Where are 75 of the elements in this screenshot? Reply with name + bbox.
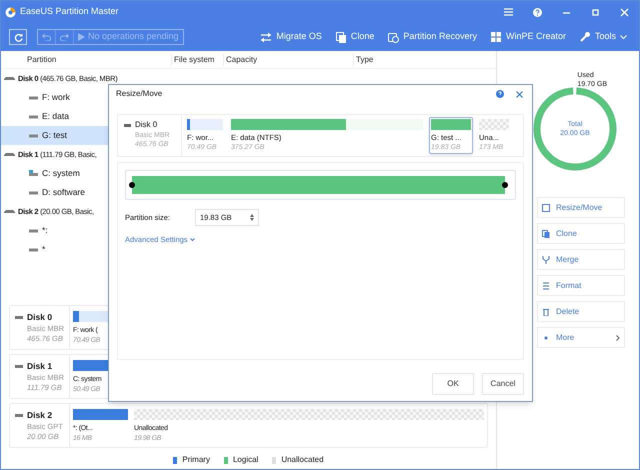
- drive-icon: [15, 365, 23, 368]
- close-icon: [516, 90, 523, 98]
- trash-icon: [542, 308, 550, 316]
- play-icon: [78, 33, 85, 41]
- undo-icon: [42, 33, 51, 41]
- drive-icon: [29, 248, 38, 252]
- chevron-right-icon: [616, 334, 620, 340]
- drive-icon: [15, 414, 23, 417]
- drive-icon: [29, 228, 38, 232]
- action-button[interactable]: Merge: [537, 249, 625, 270]
- partition-row[interactable]: *: [1, 240, 109, 259]
- partition-row[interactable]: *:: [1, 221, 109, 240]
- toolbar-button[interactable]: Clone: [336, 30, 374, 44]
- spin-arrows-icon: [250, 214, 254, 221]
- resize-handle[interactable]: [129, 182, 135, 188]
- partition-row[interactable]: C: system: [1, 164, 109, 183]
- drive-icon: [29, 190, 38, 194]
- dialog-button[interactable]: Cancel: [482, 373, 524, 395]
- resize-icon: [542, 204, 550, 212]
- disk-name: Disk 0: [135, 119, 158, 131]
- unallocated-bar: [479, 119, 509, 130]
- action-button[interactable]: Format: [537, 275, 625, 296]
- toolbar-button[interactable]: Migrate OS: [261, 30, 322, 44]
- close-button[interactable]: [516, 90, 525, 98]
- drive-icon: [29, 96, 38, 100]
- disk-name: Disk 0: [27, 311, 52, 324]
- window-title: EaseUS Partition Master: [20, 5, 119, 18]
- redo-icon: [60, 33, 69, 41]
- copy-icon: [542, 230, 550, 238]
- legend-label: Primary: [182, 454, 210, 466]
- copy-icon: [336, 32, 347, 42]
- wrench-icon: [580, 32, 591, 42]
- system-drive-icon: [29, 170, 38, 177]
- close-icon: [620, 8, 629, 16]
- drive-icon: [29, 134, 38, 138]
- drive-icon: [124, 124, 131, 126]
- legend-label: Logical: [232, 454, 258, 466]
- action-button[interactable]: Delete: [537, 301, 625, 322]
- column-header[interactable]: Partition: [1, 54, 171, 66]
- toolbar-button[interactable]: WinPE Creator: [490, 30, 566, 44]
- legend-label: Unallocated: [281, 454, 324, 466]
- maximize-icon: [591, 8, 600, 16]
- format-icon: [542, 282, 550, 290]
- toolbar-button[interactable]: Tools: [580, 30, 627, 44]
- partition-row[interactable]: G: test: [1, 126, 109, 145]
- dot-icon: [542, 334, 550, 342]
- resize-handle[interactable]: [502, 182, 508, 188]
- drive-icon: [29, 114, 38, 118]
- chevron-down-icon: [190, 238, 195, 242]
- toolbar-button[interactable]: Partition Recovery: [388, 30, 477, 44]
- arrows-icon: [261, 32, 272, 42]
- windows-icon: [490, 32, 502, 42]
- menu-icon: [504, 8, 513, 16]
- action-button[interactable]: Clone: [537, 223, 625, 244]
- partition-row[interactable]: E: data: [1, 107, 109, 126]
- action-button[interactable]: Resize/Move: [537, 197, 625, 218]
- merge-icon: [542, 256, 550, 264]
- help-icon: [496, 90, 504, 98]
- refresh-icon: [14, 32, 22, 42]
- disk-name: Disk 1: [27, 360, 52, 373]
- drive-icon: [15, 316, 23, 319]
- disk-recovery-icon: [388, 32, 400, 42]
- disk-name: Disk 2: [27, 409, 52, 422]
- chevron-down-icon: [620, 34, 627, 40]
- column-header[interactable]: Type: [353, 54, 496, 66]
- column-header[interactable]: File system: [171, 54, 223, 66]
- action-button[interactable]: More: [537, 327, 625, 348]
- partition-row[interactable]: F: work: [1, 88, 109, 107]
- help-icon: [533, 8, 542, 16]
- app-logo-icon: [5, 6, 16, 18]
- dialog-button[interactable]: OK: [432, 373, 474, 395]
- dialog-title: Resize/Move: [116, 88, 164, 100]
- partition-row[interactable]: D: software: [1, 183, 109, 202]
- refresh-button[interactable]: [9, 29, 27, 45]
- column-header[interactable]: Capacity: [223, 54, 353, 66]
